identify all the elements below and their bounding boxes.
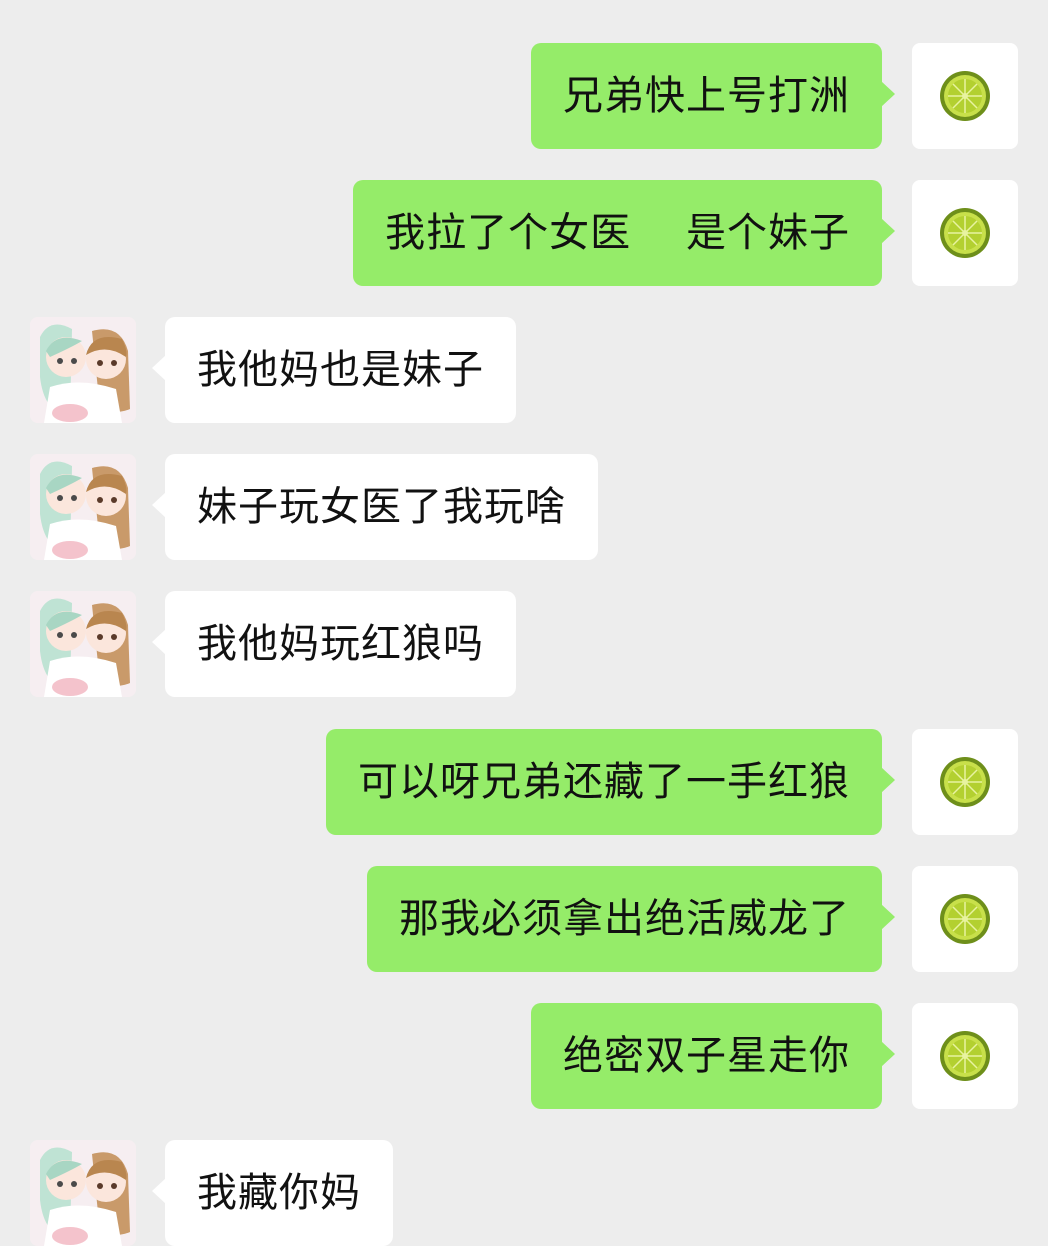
lime-slice-avatar[interactable] [912, 866, 1018, 972]
message-row: 兄弟快上号打洲 [0, 43, 1048, 149]
outgoing-message-bubble[interactable]: 可以呀兄弟还藏了一手红狼 [326, 729, 895, 835]
incoming-message-bubble[interactable]: 我藏你妈 [152, 1140, 393, 1246]
message-row: 我他妈玩红狼吗 [0, 591, 1048, 697]
incoming-message-bubble[interactable]: 我他妈也是妹子 [152, 317, 516, 423]
anime-girls-icon [30, 317, 136, 423]
outgoing-message-bubble[interactable]: 兄弟快上号打洲 [531, 43, 895, 149]
message-row: 我藏你妈 [0, 1140, 1048, 1246]
lime-slice-avatar[interactable] [912, 1003, 1018, 1109]
message-row: 可以呀兄弟还藏了一手红狼 [0, 729, 1048, 835]
anime-girls-avatar[interactable] [30, 1140, 136, 1246]
message-row: 绝密双子星走你 [0, 1003, 1048, 1109]
message-row: 我他妈也是妹子 [0, 317, 1048, 423]
lime-icon [940, 208, 990, 258]
chat-message-list: 兄弟快上号打洲 我拉了个女医 是个妹子 我他妈也是妹子 妹子玩女医了我玩啥 我他… [0, 0, 1048, 1246]
message-row: 我拉了个女医 是个妹子 [0, 180, 1048, 286]
outgoing-message-bubble[interactable]: 那我必须拿出绝活威龙了 [367, 866, 895, 972]
lime-icon [940, 757, 990, 807]
incoming-message-bubble[interactable]: 妹子玩女医了我玩啥 [152, 454, 598, 560]
lime-icon [940, 1031, 990, 1081]
outgoing-message-bubble[interactable]: 我拉了个女医 是个妹子 [353, 180, 895, 286]
incoming-message-bubble[interactable]: 我他妈玩红狼吗 [152, 591, 516, 697]
lime-slice-avatar[interactable] [912, 180, 1018, 286]
anime-girls-avatar[interactable] [30, 591, 136, 697]
anime-girls-icon [30, 591, 136, 697]
anime-girls-icon [30, 1140, 136, 1246]
outgoing-message-bubble[interactable]: 绝密双子星走你 [531, 1003, 895, 1109]
lime-icon [940, 71, 990, 121]
message-row: 妹子玩女医了我玩啥 [0, 454, 1048, 560]
lime-slice-avatar[interactable] [912, 729, 1018, 835]
message-row: 那我必须拿出绝活威龙了 [0, 866, 1048, 972]
lime-icon [940, 894, 990, 944]
anime-girls-avatar[interactable] [30, 454, 136, 560]
anime-girls-avatar[interactable] [30, 317, 136, 423]
anime-girls-icon [30, 454, 136, 560]
lime-slice-avatar[interactable] [912, 43, 1018, 149]
